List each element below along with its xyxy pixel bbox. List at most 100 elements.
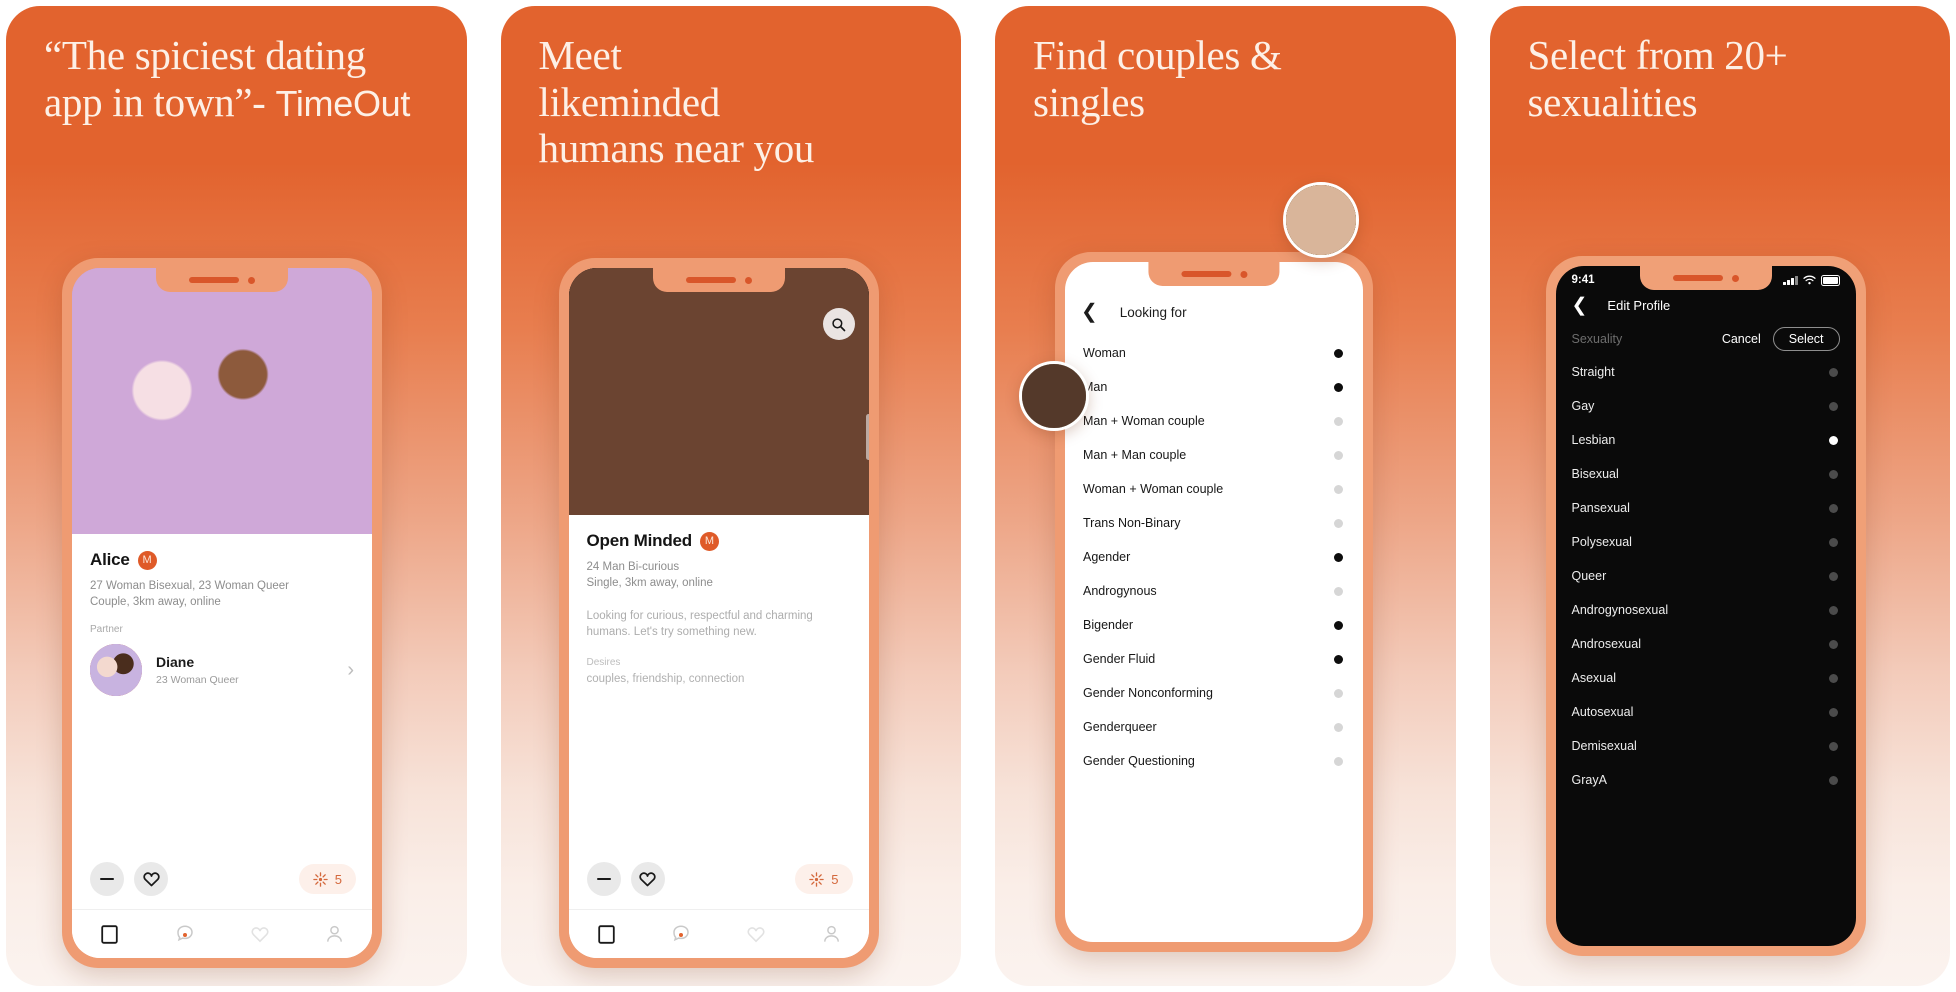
list-item[interactable]: Androgynosexual [1556, 593, 1856, 627]
list-item[interactable]: Androgynous [1065, 574, 1363, 608]
tab-cards[interactable] [569, 924, 644, 944]
option-selected-dot[interactable] [1334, 382, 1343, 392]
list-item-label: Man + Man couple [1083, 448, 1187, 462]
option-unselected-dot[interactable] [1334, 416, 1343, 426]
search-button[interactable] [822, 308, 855, 340]
option-unselected-dot[interactable] [1334, 756, 1343, 766]
status-time: 9:41 [1571, 274, 1595, 286]
option-unselected-dot[interactable] [1828, 741, 1838, 751]
pass-button[interactable] [586, 862, 621, 896]
list-item-label: Asexual [1571, 671, 1616, 685]
option-unselected-dot[interactable] [1828, 605, 1838, 615]
list-item-label: Bigender [1083, 618, 1134, 632]
option-unselected-dot[interactable] [1828, 707, 1838, 717]
list-item[interactable]: Queer [1556, 559, 1856, 593]
option-selected-dot[interactable] [1334, 654, 1343, 664]
tab-likes[interactable] [222, 925, 297, 943]
profile-photo-alice[interactable] [72, 268, 372, 534]
list-item[interactable]: Gay [1556, 389, 1856, 423]
list-item[interactable]: Pansexual [1556, 491, 1856, 525]
select-button[interactable]: Select [1772, 327, 1840, 351]
option-unselected-dot[interactable] [1334, 688, 1343, 698]
status-indicators [1783, 274, 1840, 286]
tab-search[interactable] [644, 925, 719, 943]
photo-carousel-indicator[interactable] [865, 414, 869, 460]
boost-button[interactable]: 5 [795, 864, 853, 894]
tab-active-dot [182, 933, 187, 937]
speaker-grille [1672, 275, 1723, 281]
list-item[interactable]: Asexual [1556, 661, 1856, 695]
list-item[interactable]: Woman + Woman couple [1065, 472, 1363, 506]
option-selected-dot[interactable] [1334, 552, 1343, 562]
option-unselected-dot[interactable] [1828, 571, 1838, 581]
list-item-label: GrayA [1571, 773, 1607, 787]
partner-label: Partner [90, 624, 123, 636]
list-item[interactable]: GrayA [1556, 763, 1856, 797]
list-item[interactable]: Woman [1065, 336, 1363, 370]
tab-profile[interactable] [297, 925, 372, 943]
panel-2-headline: Meet likeminded humans near you [538, 32, 815, 172]
list-item[interactable]: Demisexual [1556, 729, 1856, 763]
option-unselected-dot[interactable] [1828, 367, 1838, 377]
boost-count: 5 [334, 871, 342, 887]
list-item[interactable]: Gender Fluid [1065, 642, 1363, 676]
list-item-label: Bisexual [1571, 467, 1619, 481]
pass-button[interactable] [90, 862, 124, 896]
tab-likes[interactable] [719, 925, 794, 943]
list-item[interactable]: Lesbian [1556, 423, 1856, 457]
option-unselected-dot[interactable] [1828, 673, 1838, 683]
boost-button[interactable]: 5 [298, 864, 356, 894]
option-unselected-dot[interactable] [1334, 586, 1343, 596]
option-selected-dot[interactable] [1334, 620, 1343, 630]
list-item-label: Gay [1571, 399, 1595, 413]
tab-profile[interactable] [794, 925, 869, 943]
sexuality-section-header: Sexuality Cancel Select [1556, 315, 1856, 355]
option-unselected-dot[interactable] [1828, 401, 1838, 411]
speaker-grille [685, 277, 736, 283]
option-unselected-dot[interactable] [1828, 639, 1838, 649]
list-item-label: Gender Questioning [1083, 754, 1195, 768]
chevron-left-icon[interactable]: ❮ [1572, 296, 1588, 315]
option-unselected-dot[interactable] [1334, 722, 1343, 732]
option-unselected-dot[interactable] [1334, 484, 1343, 494]
profile-photo-open-minded[interactable] [568, 268, 869, 515]
spark-icon [313, 871, 328, 887]
list-item[interactable]: Trans Non-Binary [1065, 506, 1363, 540]
like-button[interactable] [630, 862, 665, 896]
option-selected-dot[interactable] [1828, 435, 1838, 445]
list-item[interactable]: Genderqueer [1065, 710, 1363, 744]
option-unselected-dot[interactable] [1828, 503, 1838, 513]
chevron-left-icon[interactable]: ❮ [1081, 302, 1098, 322]
list-item[interactable]: Man [1065, 370, 1363, 404]
list-item[interactable]: Androsexual [1556, 627, 1856, 661]
option-selected-dot[interactable] [1334, 348, 1343, 358]
list-item[interactable]: Bisexual [1556, 457, 1856, 491]
partner-row[interactable]: Diane 23 Woman Queer › [90, 644, 354, 697]
member-badge: M [699, 531, 719, 551]
list-item[interactable]: Man + Woman couple [1065, 404, 1363, 438]
phone-mockup-2: Open Minded M 24 Man Bi-curious Single, … [558, 258, 879, 968]
list-item[interactable]: Gender Questioning [1065, 744, 1363, 778]
option-unselected-dot[interactable] [1334, 518, 1343, 528]
list-item-label: Trans Non-Binary [1083, 516, 1181, 530]
phone-4-notch [1639, 266, 1772, 290]
list-item[interactable]: Agender [1065, 540, 1363, 574]
tab-cards[interactable] [72, 924, 147, 944]
cancel-button[interactable]: Cancel [1722, 332, 1761, 346]
list-item-label: Androgynous [1083, 584, 1157, 598]
list-item[interactable]: Straight [1556, 355, 1856, 389]
list-item[interactable]: Bigender [1065, 608, 1363, 642]
option-unselected-dot[interactable] [1828, 775, 1838, 785]
list-item-label: Gender Nonconforming [1083, 686, 1213, 700]
option-unselected-dot[interactable] [1828, 537, 1838, 547]
option-unselected-dot[interactable] [1334, 450, 1343, 460]
tab-search[interactable] [147, 925, 222, 943]
list-item[interactable]: Polysexual [1556, 525, 1856, 559]
front-camera [1731, 274, 1739, 282]
looking-for-option-list: Woman Man Man + Woman couple Man + Man coup… [1065, 336, 1363, 778]
option-unselected-dot[interactable] [1828, 469, 1838, 479]
list-item[interactable]: Autosexual [1556, 695, 1856, 729]
list-item[interactable]: Man + Man couple [1065, 438, 1363, 472]
like-button[interactable] [134, 862, 168, 896]
list-item[interactable]: Gender Nonconforming [1065, 676, 1363, 710]
